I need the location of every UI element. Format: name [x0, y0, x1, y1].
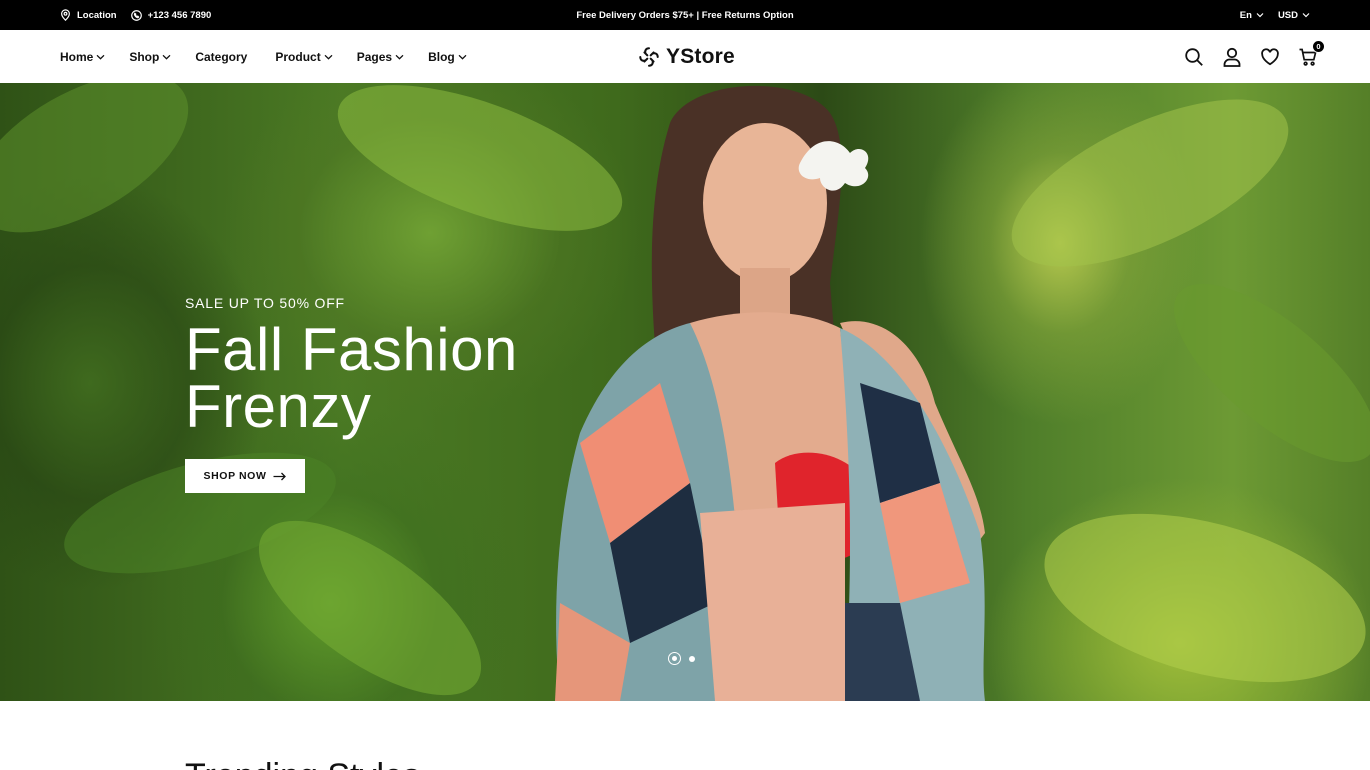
nav-item-label: Home [60, 49, 94, 64]
currency-selector[interactable]: USD [1278, 10, 1310, 21]
top-bar-selectors: En USD [1240, 0, 1310, 30]
language-selector[interactable]: En [1240, 10, 1264, 21]
account-button[interactable] [1222, 47, 1242, 67]
brand-logo[interactable]: YStore [638, 30, 735, 83]
shop-now-label: SHOP NOW [203, 470, 267, 482]
nav-item-shop[interactable]: Shop [129, 50, 171, 64]
foliage-decoration [1147, 254, 1370, 492]
logo-mark-icon [639, 46, 659, 67]
nav-item-label: Blog [428, 49, 455, 64]
nav-item-pages[interactable]: Pages [357, 50, 404, 64]
foliage-decoration [988, 83, 1312, 301]
section-title: Trending Styles [185, 757, 420, 770]
hero-headline: Fall Fashion Frenzy [185, 316, 518, 440]
heart-icon [1261, 47, 1279, 65]
header-actions: 0 [1184, 30, 1325, 83]
foliage-decoration [1026, 482, 1370, 701]
shop-now-button[interactable]: SHOP NOW [185, 459, 305, 493]
chevron-down-icon [96, 54, 105, 60]
nav-item-blog[interactable]: Blog [428, 50, 467, 64]
chevron-down-icon [324, 54, 333, 60]
top-bar: Location +123 456 7890 Free Delivery Ord… [0, 0, 1370, 30]
arrow-right-icon [273, 472, 287, 480]
hero-slider: SALE UP TO 50% OFF Fall Fashion Frenzy S… [0, 83, 1370, 701]
foliage-decoration [0, 83, 214, 265]
user-icon [1223, 47, 1241, 67]
chevron-down-icon [458, 54, 467, 60]
main-header: Home Shop Category Product Pages Blog YS… [0, 30, 1370, 83]
language-value: En [1239, 9, 1252, 21]
hero-eyebrow: SALE UP TO 50% OFF [185, 295, 345, 311]
slide-dot-1[interactable] [668, 652, 681, 665]
promo-text: Free Delivery Orders $75+ | Free Returns… [576, 9, 794, 21]
nav-item-label: Category [195, 49, 248, 64]
cart-button[interactable]: 0 [1298, 39, 1325, 67]
nav-item-label: Product [275, 49, 321, 64]
trending-section: Trending Styles [0, 701, 1370, 770]
nav-item-label: Pages [356, 49, 393, 64]
nav-item-home[interactable]: Home [60, 50, 105, 64]
nav-item-label: Shop [129, 49, 160, 64]
chevron-down-icon [1256, 13, 1264, 18]
main-nav: Home Shop Category Product Pages Blog [60, 30, 491, 83]
chevron-down-icon [162, 54, 171, 60]
wishlist-button[interactable] [1260, 47, 1280, 67]
chevron-down-icon [395, 54, 404, 60]
search-icon [1185, 47, 1203, 66]
slider-pagination [668, 652, 695, 665]
search-button[interactable] [1184, 47, 1204, 67]
slide-dot-2[interactable] [689, 655, 695, 662]
currency-value: USD [1277, 9, 1298, 21]
nav-item-category[interactable]: Category [195, 50, 247, 64]
promo-banner: Free Delivery Orders $75+ | Free Returns… [0, 0, 1370, 30]
hero-content: SALE UP TO 50% OFF Fall Fashion Frenzy S… [185, 295, 565, 493]
brand-name: YStore [666, 44, 735, 68]
chevron-down-icon [1302, 13, 1310, 18]
hero-model-image [555, 85, 985, 701]
cart-count-badge: 0 [1312, 39, 1325, 53]
nav-item-product[interactable]: Product [275, 49, 333, 64]
